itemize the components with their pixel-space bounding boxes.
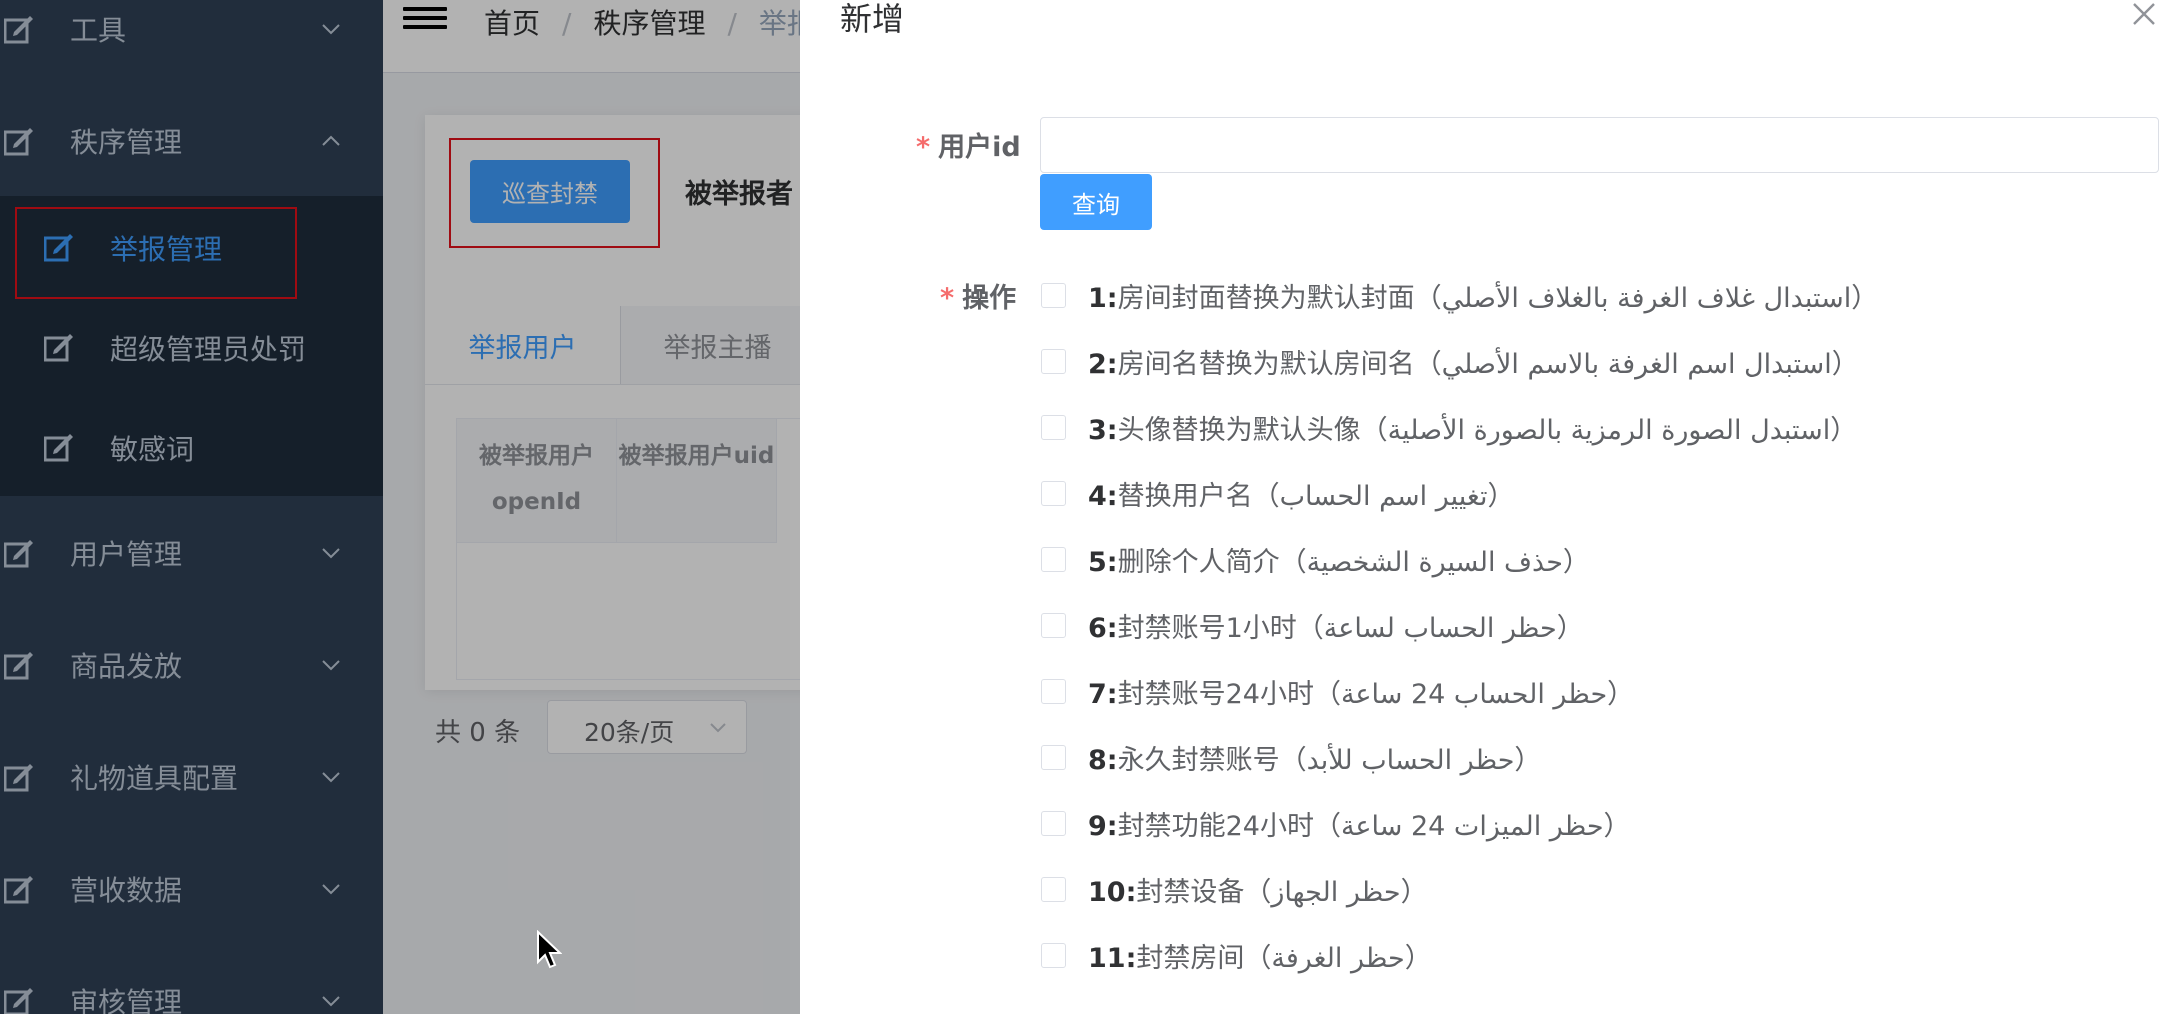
- operation-checkbox-3[interactable]: 3:头像替换为默认头像（استبدل الصورة الرمزية بالصور…: [1040, 407, 1857, 447]
- user-id-label-text: 用户id: [938, 132, 1021, 163]
- checkbox[interactable]: [1041, 744, 1066, 770]
- checkbox[interactable]: [1041, 414, 1066, 440]
- required-mark: *: [940, 283, 955, 314]
- user-id-input[interactable]: [1040, 117, 2159, 173]
- operation-checkbox-5[interactable]: 5:删除个人简介（حذف السيرة الشخصية）: [1040, 539, 1590, 579]
- operation-text: 8:永久封禁账号（حظر الحساب للأبد）: [1088, 738, 1541, 777]
- operation-number: 1:: [1088, 282, 1118, 314]
- add-drawer: 新增 * 用户id 查询 * 操作 1:房间封面替换为默认封面（استبدال غل…: [800, 0, 2178, 1014]
- operation-checkbox-4[interactable]: 4:替换用户名（تغيير اسم الحساب）: [1040, 473, 1514, 513]
- operation-description: 封禁账号1小时（حظر الحساب لساعة）: [1117, 612, 1584, 644]
- operation-checkbox-10[interactable]: 10:封禁设备（حظر الجهاز）: [1040, 869, 1428, 909]
- operation-number: 8:: [1088, 744, 1118, 776]
- operation-text: 7:封禁账号24小时（حظر الحساب 24 ساعة）: [1088, 672, 1634, 711]
- checkbox[interactable]: [1041, 678, 1066, 704]
- operation-description: 房间封面替换为默认封面（استبدال غلاف الغرفة بالغلاف …: [1117, 282, 1879, 314]
- checkbox[interactable]: [1041, 348, 1066, 374]
- operation-text: 10:封禁设备（حظر الجهاز）: [1088, 870, 1428, 909]
- operation-description: 永久封禁账号（حظر الحساب للأبد）: [1117, 744, 1542, 776]
- operation-number: 7:: [1088, 678, 1118, 710]
- user-id-label: * 用户id: [916, 125, 1021, 164]
- operation-text: 2:房间名替换为默认房间名（استبدال اسم الغرفة بالاسم …: [1088, 342, 1859, 381]
- operation-number: 10:: [1088, 876, 1137, 908]
- operation-text: 3:头像替换为默认头像（استبدل الصورة الرمزية بالصور…: [1088, 408, 1857, 447]
- operation-label: * 操作: [940, 276, 1016, 315]
- drawer-title: 新增: [840, 0, 905, 38]
- operation-checkbox-6[interactable]: 6:封禁账号1小时（حظر الحساب لساعة）: [1040, 605, 1584, 645]
- operation-number: 6:: [1088, 612, 1118, 644]
- operation-text: 11:封禁房间（حظر الغرفة）: [1088, 936, 1432, 975]
- operation-text: 6:封禁账号1小时（حظر الحساب لساعة）: [1088, 606, 1584, 645]
- operation-checkbox-1[interactable]: 1:房间封面替换为默认封面（استبدال غلاف الغرفة بالغلا…: [1040, 275, 1878, 315]
- operation-number: 3:: [1088, 414, 1118, 446]
- query-button[interactable]: 查询: [1040, 174, 1152, 230]
- operation-checkbox-9[interactable]: 9:封禁功能24小时（حظر الميزات 24 ساعة）: [1040, 803, 1631, 843]
- operation-number: 4:: [1088, 480, 1118, 512]
- operation-text: 9:封禁功能24小时（حظر الميزات 24 ساعة）: [1088, 804, 1631, 843]
- operation-number: 9:: [1088, 810, 1118, 842]
- operation-description: 头像替换为默认头像（استبدل الصورة الرمزية بالصورة …: [1117, 414, 1858, 446]
- close-icon[interactable]: [2130, 0, 2158, 28]
- operation-number: 5:: [1088, 546, 1118, 578]
- operation-number: 11:: [1088, 942, 1137, 974]
- operation-description: 封禁设备（حظر الجهاز）: [1136, 876, 1428, 908]
- operation-description: 房间名替换为默认房间名（استبدال اسم الغرفة بالاسم ال…: [1117, 348, 1859, 380]
- operation-text: 4:替换用户名（تغيير اسم الحساب）: [1088, 474, 1514, 513]
- operation-description: 删除个人简介（حذف السيرة الشخصية）: [1117, 546, 1590, 578]
- operation-label-text: 操作: [962, 283, 1017, 314]
- checkbox[interactable]: [1041, 810, 1066, 836]
- checkbox[interactable]: [1041, 612, 1066, 638]
- checkbox[interactable]: [1041, 942, 1066, 968]
- checkbox[interactable]: [1041, 546, 1066, 572]
- operation-checkbox-7[interactable]: 7:封禁账号24小时（حظر الحساب 24 ساعة）: [1040, 671, 1634, 711]
- cursor-icon: [537, 930, 562, 969]
- checkbox[interactable]: [1041, 876, 1066, 902]
- operation-number: 2:: [1088, 348, 1118, 380]
- operation-text: 5:删除个人简介（حذف السيرة الشخصية）: [1088, 540, 1590, 579]
- operation-description: 封禁账号24小时（حظر الحساب 24 ساعة）: [1117, 678, 1635, 710]
- operation-checkbox-11[interactable]: 11:封禁房间（حظر الغرفة）: [1040, 935, 1432, 975]
- operation-text: 1:房间封面替换为默认封面（استبدال غلاف الغرفة بالغلا…: [1088, 276, 1878, 315]
- checkbox[interactable]: [1041, 282, 1066, 308]
- operation-checkbox-8[interactable]: 8:永久封禁账号（حظر الحساب للأبد）: [1040, 737, 1541, 777]
- checkbox[interactable]: [1041, 480, 1066, 506]
- operation-checkbox-2[interactable]: 2:房间名替换为默认房间名（استبدال اسم الغرفة بالاسم …: [1040, 341, 1859, 381]
- operation-description: 封禁功能24小时（حظر الميزات 24 ساعة）: [1117, 810, 1631, 842]
- operation-description: 替换用户名（تغيير اسم الحساب）: [1117, 480, 1515, 512]
- operation-description: 封禁房间（حظر الغرفة）: [1136, 942, 1432, 974]
- required-mark: *: [916, 132, 931, 163]
